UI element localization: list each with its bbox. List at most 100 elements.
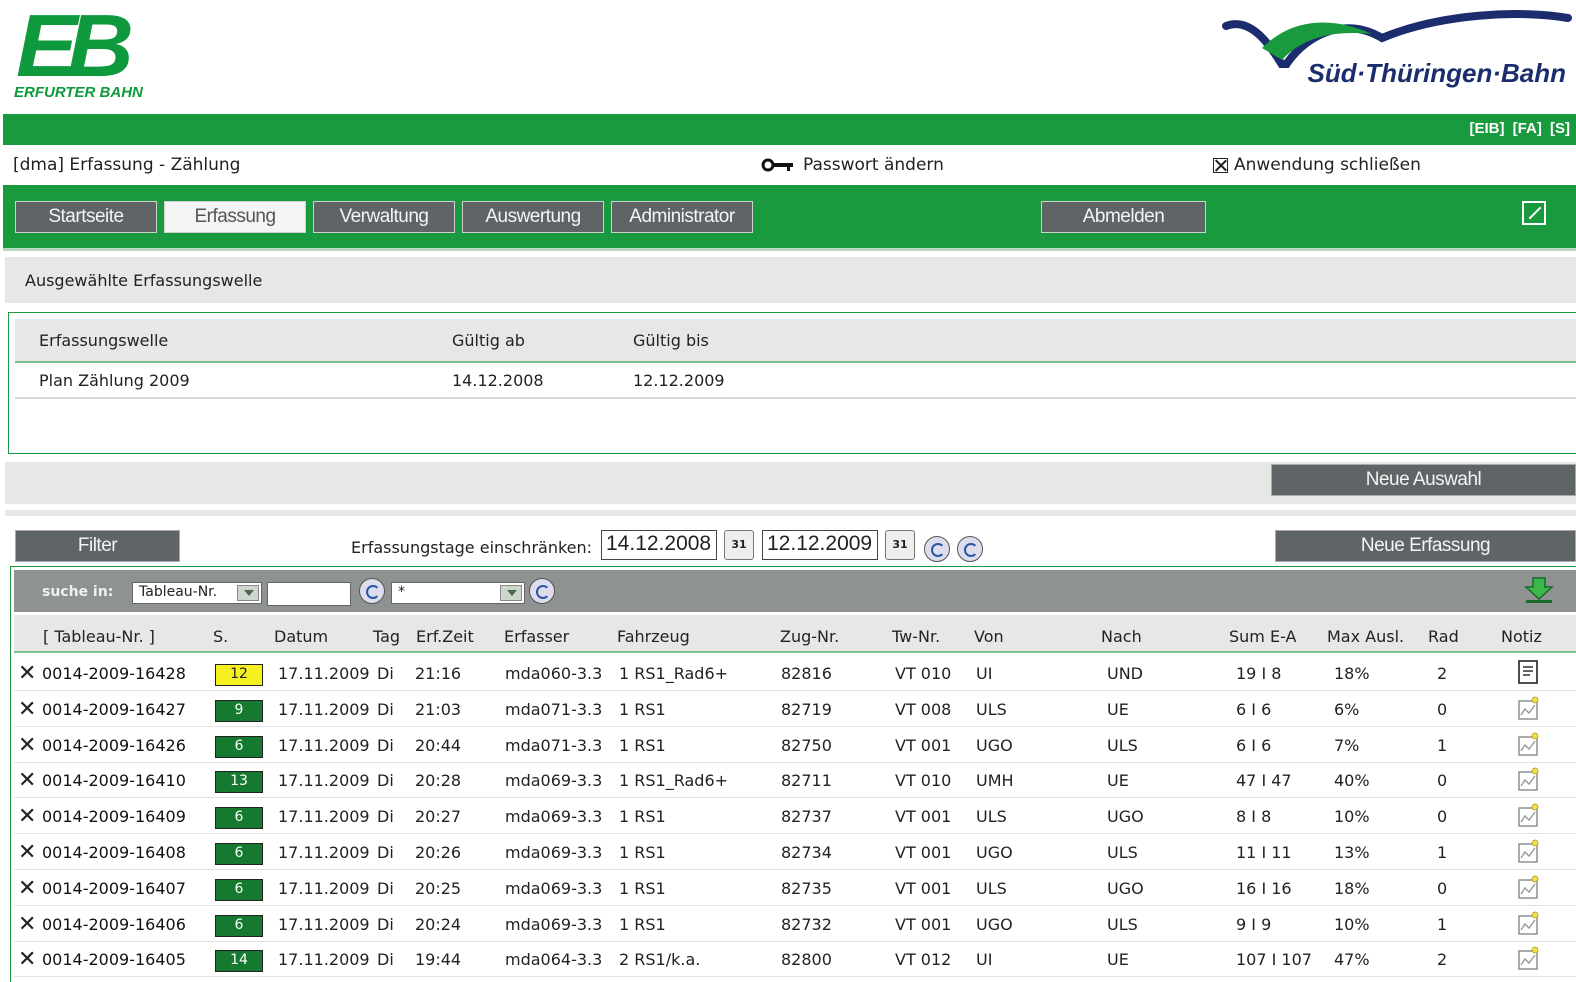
table-row[interactable]: ✕ 6 0014-2009-16406 17.11.2009 Di 20:24 mda069…	[14, 906, 1576, 942]
table-row[interactable]: ✕ 6 0014-2009-16426 17.11.2009 Di 20:44 mda071…	[14, 727, 1576, 763]
table-row[interactable]: ✕ 14 0014-2009-16405 17.11.2009 Di 19:44 mda06…	[14, 941, 1576, 978]
cell-tableau-nr[interactable]: 0014-2009-16426	[42, 736, 186, 755]
delete-icon[interactable]: ✕	[18, 768, 36, 793]
cell-fahrzeug: 1 RS1_Rad6+	[619, 664, 729, 683]
note-edit-icon[interactable]	[1517, 802, 1539, 828]
close-application-link[interactable]: Anwendung schließen	[1213, 155, 1421, 175]
note-edit-icon[interactable]	[1517, 766, 1539, 792]
cell-max-ausl: 18%	[1334, 878, 1370, 898]
wave-valid-to: 12.12.2009	[633, 371, 725, 390]
cell-nach: ULS	[1107, 914, 1138, 934]
calendar-from-icon[interactable]: 31	[724, 530, 754, 560]
filter-button[interactable]: Filter	[15, 530, 180, 562]
delete-icon[interactable]: ✕	[18, 733, 36, 758]
delete-icon[interactable]: ✕	[18, 697, 36, 722]
note-edit-icon[interactable]	[1517, 838, 1539, 864]
cell-tableau-nr[interactable]: 0014-2009-16409	[42, 807, 186, 826]
apply-date-filter-icon[interactable]	[924, 536, 950, 562]
logout-button[interactable]: Abmelden	[1041, 201, 1206, 233]
calendar-to-icon[interactable]: 31	[885, 530, 915, 560]
cell-tableau-nr[interactable]: 0014-2009-16410	[42, 771, 186, 790]
search-filter-select[interactable]: *	[391, 582, 525, 604]
status-badge: 13	[215, 771, 263, 794]
note-edit-icon[interactable]	[1517, 874, 1539, 900]
cell-fahrzeug: 1 RS1_Rad6+	[619, 771, 729, 791]
search-reset-icon[interactable]	[529, 578, 555, 604]
delete-icon[interactable]: ✕	[18, 804, 36, 829]
col-erf-zeit[interactable]: Erf.Zeit	[416, 627, 474, 646]
table-row[interactable]: ✕ 13 0014-2009-16410 17.11.2009 Di 20:28 mda06…	[14, 762, 1576, 799]
cell-zug-nr: 82719	[781, 699, 832, 719]
date-range-label: Erfassungstage einschränken:	[351, 538, 593, 557]
reset-date-filter-icon[interactable]	[957, 536, 983, 562]
cell-tw-nr: VT 001	[895, 914, 952, 934]
nav-administrator[interactable]: Administrator	[611, 201, 753, 233]
col-zug-nr[interactable]: Zug-Nr.	[780, 627, 839, 646]
col-max-ausl[interactable]: Max Ausl.	[1327, 627, 1404, 646]
cell-rad: 0	[1437, 771, 1448, 791]
delete-icon[interactable]: ✕	[18, 840, 36, 865]
cell-tag: Di	[377, 735, 394, 755]
col-fahrzeug[interactable]: Fahrzeug	[617, 627, 690, 646]
date-to-input[interactable]: 12.12.2009	[762, 530, 878, 560]
col-erfasser[interactable]: Erfasser	[504, 627, 569, 646]
wave-row[interactable]: Plan Zählung 2009 14.12.2008 12.12.2009	[15, 363, 1576, 399]
status-badge: 6	[215, 878, 263, 901]
delete-icon[interactable]: ✕	[18, 947, 36, 972]
cell-rad: 1	[1437, 843, 1448, 862]
nav-auswertung[interactable]: Auswertung	[462, 201, 604, 233]
search-input[interactable]	[267, 582, 351, 606]
cell-sum-e-a: 47 I 47	[1236, 771, 1292, 791]
table-row[interactable]: ✕ 6 0014-2009-16408 17.11.2009 Di 20:26 mda069…	[14, 834, 1576, 870]
change-password-link[interactable]: Passwort ändern	[761, 155, 944, 175]
nav-startseite[interactable]: Startseite	[15, 201, 157, 233]
col-tag[interactable]: Tag	[373, 627, 400, 646]
note-edit-icon[interactable]	[1517, 695, 1539, 721]
cell-datum: 17.11.2009	[278, 843, 370, 862]
expand-window-icon[interactable]	[1522, 201, 1546, 225]
cell-tableau-nr[interactable]: 0014-2009-16405	[42, 950, 186, 969]
col-status[interactable]: S.	[213, 627, 228, 646]
delete-icon[interactable]: ✕	[18, 876, 36, 901]
nav-erfassung[interactable]: Erfassung	[164, 201, 306, 233]
col-datum[interactable]: Datum	[274, 627, 328, 646]
col-nach[interactable]: Nach	[1101, 627, 1142, 646]
note-edit-icon[interactable]	[1517, 731, 1539, 757]
col-von[interactable]: Von	[974, 627, 1004, 646]
top-links[interactable]: [EIB] [FA] [S]	[1470, 120, 1570, 137]
download-arrow-icon[interactable]	[1524, 576, 1554, 604]
cell-tw-nr: VT 008	[895, 699, 952, 719]
cell-sum-e-a: 11 I 11	[1236, 843, 1292, 862]
col-notiz[interactable]: Notiz	[1501, 627, 1542, 646]
table-row[interactable]: ✕ 12 0014-2009-16428 17.11.2009 Di 21:16 mda06…	[14, 655, 1576, 691]
search-field-select[interactable]: Tableau-Nr.	[132, 582, 262, 604]
cell-tableau-nr[interactable]: 0014-2009-16406	[42, 915, 186, 934]
col-sum-e-a[interactable]: Sum E-A	[1229, 627, 1296, 646]
cell-von: UMH	[976, 771, 1014, 791]
cell-max-ausl: 18%	[1334, 664, 1370, 683]
table-row[interactable]: ✕ 6 0014-2009-16407 17.11.2009 Di 20:25 mda069…	[14, 870, 1576, 906]
logo-brand-text: ERFURTER BAHN	[14, 84, 143, 101]
cell-tableau-nr[interactable]: 0014-2009-16427	[42, 700, 186, 719]
delete-icon[interactable]: ✕	[18, 661, 36, 686]
table-row[interactable]: ✕ 9 0014-2009-16427 17.11.2009 Di 21:03 mda071…	[14, 691, 1576, 727]
col-tableau-nr[interactable]: [ Tableau-Nr. ]	[43, 627, 155, 646]
note-edit-icon[interactable]	[1517, 945, 1539, 971]
search-refresh-icon[interactable]	[359, 578, 385, 604]
new-capture-button[interactable]: Neue Erfassung	[1275, 530, 1576, 562]
date-from-input[interactable]: 14.12.2008	[601, 530, 717, 560]
table-row[interactable]: ✕ 6 0014-2009-16409 17.11.2009 Di 20:27 mda069…	[14, 798, 1576, 835]
note-document-icon[interactable]	[1517, 659, 1539, 685]
cell-tableau-nr[interactable]: 0014-2009-16407	[42, 879, 186, 898]
note-edit-icon[interactable]	[1517, 910, 1539, 936]
cell-tableau-nr[interactable]: 0014-2009-16428	[42, 664, 186, 683]
cell-tag: Di	[377, 771, 394, 791]
status-badge: 14	[215, 950, 263, 973]
col-rad[interactable]: Rad	[1428, 627, 1459, 646]
new-selection-button[interactable]: Neue Auswahl	[1271, 464, 1576, 496]
cell-datum: 17.11.2009	[278, 699, 370, 719]
cell-tableau-nr[interactable]: 0014-2009-16408	[42, 843, 186, 862]
nav-verwaltung[interactable]: Verwaltung	[313, 201, 455, 233]
delete-icon[interactable]: ✕	[18, 912, 36, 937]
col-tw-nr[interactable]: Tw-Nr.	[892, 627, 940, 646]
